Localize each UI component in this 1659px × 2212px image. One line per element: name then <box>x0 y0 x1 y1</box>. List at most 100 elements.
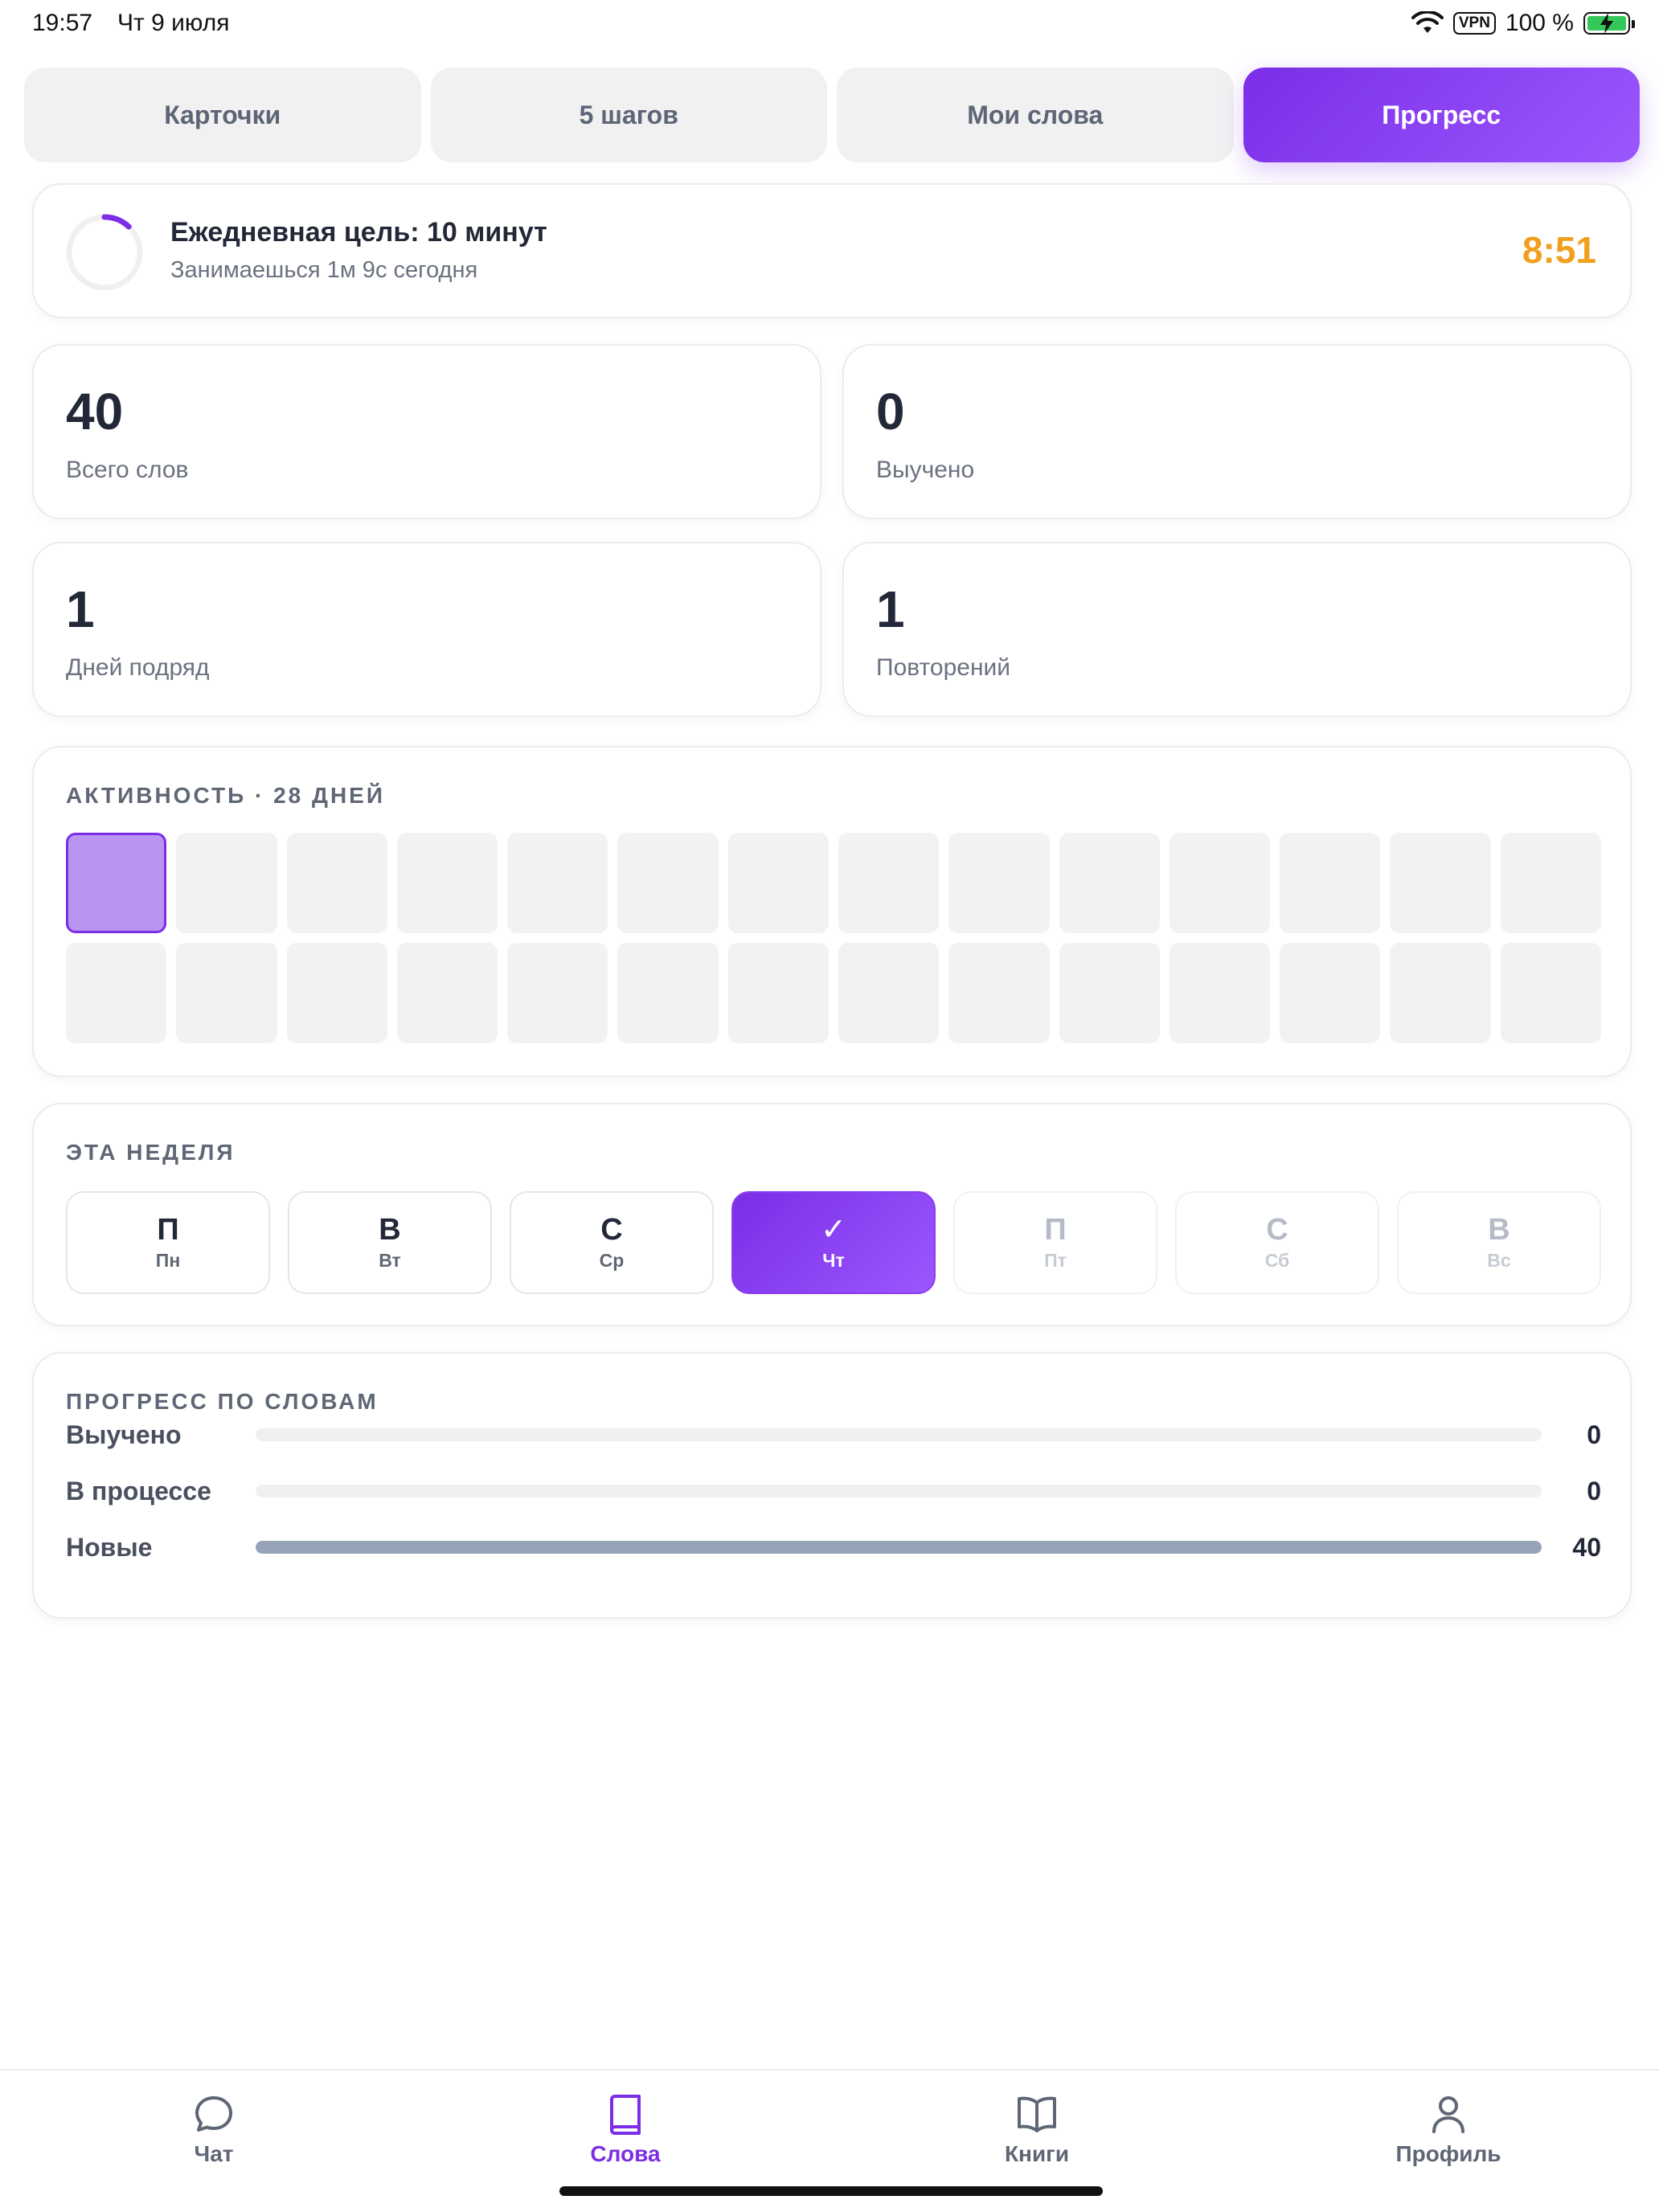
activity-day-cell <box>1390 833 1491 933</box>
activity-day-cell <box>1280 833 1381 933</box>
tab-five-steps[interactable]: 5 шагов <box>430 68 827 162</box>
word-progress-count: 40 <box>1572 1532 1601 1562</box>
activity-day-cell <box>948 943 1050 1043</box>
stat-label: Повторений <box>876 654 1011 681</box>
nav-profile[interactable]: Профиль <box>1360 2091 1537 2167</box>
nav-label: Книги <box>1004 2141 1070 2166</box>
week-title: ЭТА НЕДЕЛЯ <box>66 1140 236 1165</box>
activity-day-cell <box>1059 833 1160 933</box>
book-icon <box>610 2095 641 2135</box>
activity-day-cell <box>396 833 498 933</box>
person-icon <box>1432 2096 1464 2133</box>
goal-subtitle: Занимаешься 1м 9с сегодня <box>170 257 478 283</box>
day-letter: С <box>600 1212 623 1247</box>
status-indicators: VPN 100 % <box>1411 10 1635 37</box>
home-indicator[interactable] <box>559 2186 1103 2196</box>
word-progress-row: Новые 40 <box>66 1527 1601 1567</box>
word-progress-track <box>256 1541 1542 1554</box>
open-book-icon <box>1018 2096 1056 2132</box>
activity-day-cell <box>1500 943 1601 1043</box>
activity-day-cell <box>66 943 167 1043</box>
activity-day-cell <box>838 943 940 1043</box>
activity-day-cell <box>727 943 829 1043</box>
week-day-пт: П Пт <box>953 1191 1157 1294</box>
activity-card: АКТИВНОСТЬ · 28 ДНЕЙ <box>32 746 1632 1077</box>
activity-day-cell <box>727 833 829 933</box>
word-progress-fill <box>256 1541 1542 1554</box>
nav-label: Чат <box>194 2141 234 2166</box>
stat-value: 1 <box>876 580 905 638</box>
tab-progress[interactable]: Прогресс <box>1243 68 1640 162</box>
activity-day-cell <box>286 833 387 933</box>
checkmark-icon: ✓ <box>821 1212 846 1247</box>
activity-title: АКТИВНОСТЬ · 28 ДНЕЙ <box>66 783 385 808</box>
activity-day-cell <box>396 943 498 1043</box>
daily-goal-card: Ежедневная цель: 10 минут Занимаешься 1м… <box>32 183 1632 318</box>
tab-my-words[interactable]: Мои слова <box>837 68 1234 162</box>
activity-day-cell <box>1280 943 1381 1043</box>
word-progress-title: ПРОГРЕСС ПО СЛОВАМ <box>66 1389 379 1414</box>
week-day-ср: С Ср <box>510 1191 714 1294</box>
goal-remaining-time: 8:51 <box>1522 229 1596 271</box>
stat-label: Дней подряд <box>66 654 210 681</box>
day-letter: П <box>157 1212 179 1247</box>
day-short-label: Сб <box>1264 1249 1290 1271</box>
activity-day-cell <box>507 943 608 1043</box>
day-short-label: Вт <box>379 1249 401 1271</box>
stat-label: Выучено <box>876 457 975 483</box>
word-progress-card: ПРОГРЕСС ПО СЛОВАМ Выучено 0 В процессе 0 Но… <box>32 1352 1632 1619</box>
activity-day-cell <box>1169 833 1271 933</box>
nav-books[interactable]: Книги <box>948 2091 1125 2167</box>
status-time: 19:57 <box>32 10 93 36</box>
word-progress-row: Выучено 0 <box>66 1415 1601 1455</box>
activity-day-cell <box>948 833 1050 933</box>
battery-icon <box>1583 12 1635 35</box>
day-letter: П <box>1044 1212 1067 1247</box>
activity-day-cell <box>1169 943 1271 1043</box>
section-tabs: Карточки 5 шагов Мои слова Прогресс <box>24 68 1640 162</box>
stat-total-words: 40 Всего слов <box>32 344 821 519</box>
goal-progress-ring <box>66 214 143 291</box>
status-date: Чт 9 июля <box>117 10 230 36</box>
activity-day-cell <box>1500 833 1601 933</box>
nav-chat[interactable]: Чат <box>125 2091 302 2167</box>
day-letter: В <box>1488 1212 1510 1247</box>
vpn-badge: VPN <box>1452 12 1496 35</box>
word-progress-count: 0 <box>1587 1419 1601 1449</box>
word-progress-row: В процессе 0 <box>66 1471 1601 1511</box>
this-week-card: ЭТА НЕДЕЛЯ П Пн В Вт С Ср ✓ Чт П Пт С Сб В Вс <box>32 1103 1632 1326</box>
day-short-label: Чт <box>822 1249 845 1271</box>
stat-value: 0 <box>876 383 905 440</box>
goal-title: Ежедневная цель: 10 минут <box>170 217 547 248</box>
word-progress-track <box>256 1485 1542 1497</box>
stat-value: 40 <box>66 383 124 440</box>
activity-day-cell <box>176 833 277 933</box>
stat-label: Всего слов <box>66 457 189 483</box>
week-day-пн: П Пн <box>66 1191 270 1294</box>
word-progress-count: 0 <box>1587 1476 1601 1505</box>
stat-learned: 0 Выучено <box>842 344 1632 519</box>
app-screen: 19:57 Чт 9 июля VPN 100 % Карточки 5 шаг… <box>0 0 1659 2212</box>
activity-day-cell <box>176 943 277 1043</box>
day-short-label: Вс <box>1487 1249 1511 1271</box>
week-day-чт: ✓ Чт <box>731 1191 936 1294</box>
activity-day-cell <box>1059 943 1160 1043</box>
day-short-label: Пн <box>155 1249 181 1271</box>
day-letter: В <box>379 1212 401 1247</box>
day-short-label: Ср <box>599 1249 625 1271</box>
activity-day-cell <box>617 833 719 933</box>
word-progress-label: Выучено <box>66 1419 182 1449</box>
tab-cards[interactable]: Карточки <box>24 68 421 162</box>
chat-bubble-icon <box>195 2096 232 2132</box>
stat-streak: 1 Дней подряд <box>32 542 821 717</box>
activity-day-cell <box>286 943 387 1043</box>
nav-words[interactable]: Слова <box>537 2091 714 2167</box>
week-day-вс: В Вс <box>1397 1191 1601 1294</box>
activity-day-cell <box>66 833 167 933</box>
battery-percent: 100 % <box>1505 10 1574 36</box>
activity-day-cell <box>507 833 608 933</box>
word-progress-label: Новые <box>66 1532 153 1562</box>
week-day-вт: В Вт <box>288 1191 492 1294</box>
activity-grid <box>66 833 1601 1043</box>
wifi-icon <box>1411 11 1444 33</box>
